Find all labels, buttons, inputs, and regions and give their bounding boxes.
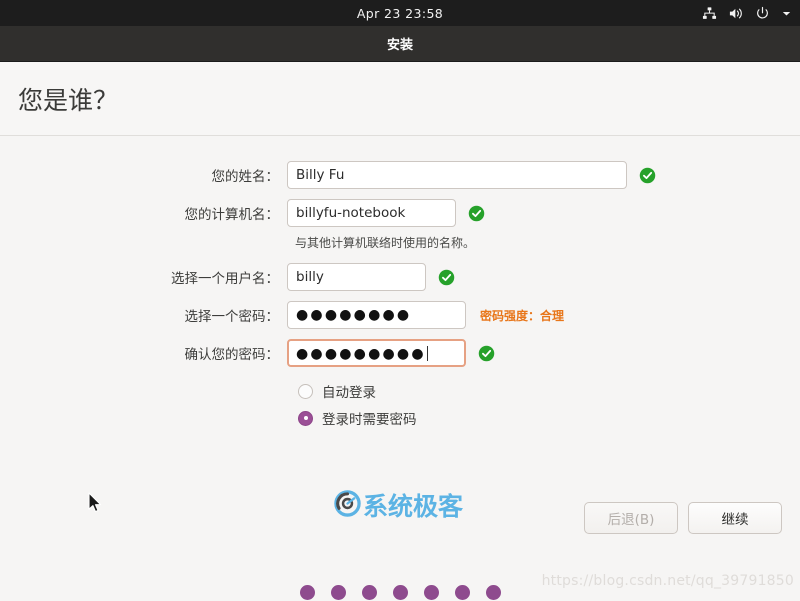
- confirm-password-masked-value: ●●●●●●●●●: [296, 346, 426, 362]
- progress-dot: [423, 585, 439, 600]
- password-label: 选择一个密码：: [184, 309, 280, 325]
- hostname-label: 您的计算机名：: [184, 207, 280, 223]
- window-titlebar: 安装: [0, 26, 800, 62]
- require-password-radio[interactable]: [298, 410, 313, 426]
- page-title: 您是谁？: [18, 85, 119, 115]
- username-input[interactable]: [287, 263, 426, 291]
- autologin-radio[interactable]: [298, 383, 313, 399]
- form-row-confirm-password: 确认您的密码： ●●●●●●●●●: [0, 339, 800, 367]
- volume-icon[interactable]: [728, 6, 744, 21]
- fullname-label: 您的姓名：: [211, 169, 280, 185]
- continue-button[interactable]: 继续: [688, 502, 782, 534]
- power-icon[interactable]: [755, 6, 770, 21]
- topbar-indicator-group: [702, 0, 792, 26]
- radio-row-autologin[interactable]: 自动登录: [0, 381, 800, 401]
- form-row-hostname: 您的计算机名：: [0, 199, 800, 227]
- password-input[interactable]: ●●●●●●●●: [287, 301, 466, 329]
- page-header: 您是谁？: [0, 62, 800, 136]
- progress-dot: [485, 585, 501, 600]
- gnome-top-bar: Apr 23 23:58: [0, 0, 800, 26]
- progress-dot: [361, 585, 377, 600]
- hint-spacer: [0, 234, 295, 251]
- password-masked-value: ●●●●●●●●: [296, 307, 412, 323]
- progress-dot: [299, 585, 315, 600]
- brand-watermark: 系统极客: [334, 487, 463, 523]
- form-row-fullname: 您的姓名：: [0, 161, 800, 189]
- topbar-clock[interactable]: Apr 23 23:58: [357, 6, 443, 21]
- username-label: 选择一个用户名：: [171, 271, 279, 287]
- network-icon[interactable]: [702, 6, 717, 21]
- progress-dot: [454, 585, 470, 600]
- text-caret: [426, 346, 428, 361]
- chevron-down-icon[interactable]: [781, 8, 792, 19]
- autologin-label: 自动登录: [322, 385, 376, 401]
- window-title: 安装: [386, 38, 413, 53]
- confirm-password-input[interactable]: ●●●●●●●●●: [287, 339, 466, 367]
- progress-dot: [330, 585, 346, 600]
- hostname-valid-icon: [468, 205, 485, 222]
- form-row-password: 选择一个密码： ●●●●●●●● 密码强度：合理: [0, 301, 800, 329]
- user-setup-form: 您的姓名： 您的计算机名： 与其他计算机联络时使用的名: [0, 161, 800, 435]
- username-valid-icon: [438, 269, 455, 286]
- brand-watermark-text: 系统极客: [363, 492, 464, 521]
- password-strength-label: 密码强度：合理: [480, 308, 565, 323]
- hostname-input[interactable]: [287, 199, 456, 227]
- form-row-username: 选择一个用户名：: [0, 263, 800, 291]
- hostname-hint-row: 与其他计算机联络时使用的名称。: [0, 234, 800, 251]
- fullname-valid-icon: [639, 167, 656, 184]
- progress-dot: [392, 585, 408, 600]
- confirm-password-valid-icon: [478, 345, 495, 362]
- mouse-cursor: [88, 492, 103, 518]
- brand-logo-icon: [334, 489, 361, 521]
- confirm-password-label: 确认您的密码：: [184, 347, 280, 363]
- fullname-input[interactable]: [287, 161, 627, 189]
- wizard-button-bar: 后退(B) 继续: [584, 502, 782, 534]
- require-password-label: 登录时需要密码: [322, 412, 417, 428]
- url-watermark: https://blog.csdn.net/qq_39791850: [541, 573, 794, 589]
- back-button[interactable]: 后退(B): [584, 502, 678, 534]
- hostname-hint: 与其他计算机联络时使用的名称。: [295, 236, 476, 250]
- radio-row-require-password[interactable]: 登录时需要密码: [0, 408, 800, 428]
